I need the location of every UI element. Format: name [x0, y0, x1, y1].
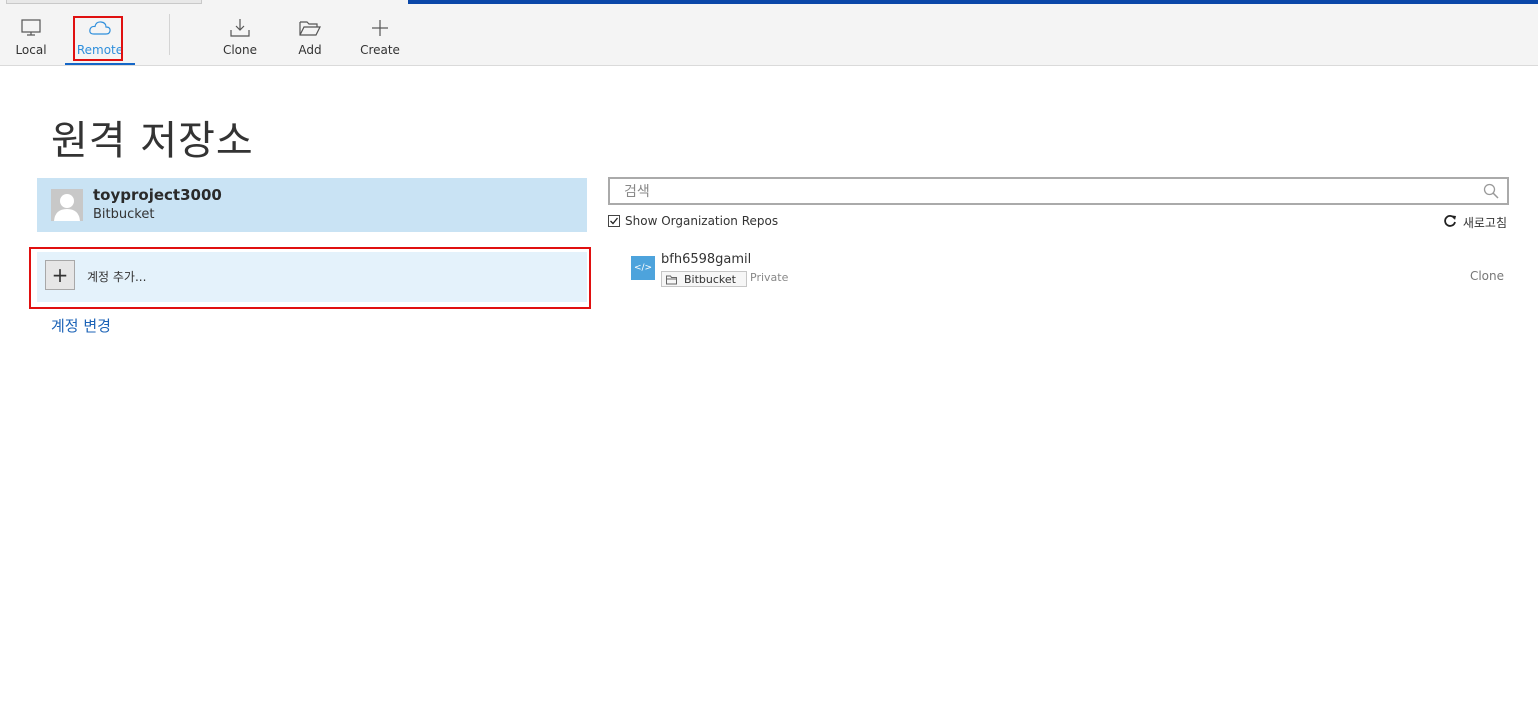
account-item[interactable]: toyproject3000 Bitbucket — [37, 178, 587, 232]
avatar — [51, 189, 83, 221]
cloud-icon — [88, 17, 112, 39]
repo-host-label: Bitbucket — [684, 272, 736, 286]
remote-button[interactable]: Remote — [65, 4, 135, 65]
create-label: Create — [360, 43, 400, 57]
create-button[interactable]: Create — [358, 4, 402, 65]
monitor-icon — [20, 17, 42, 39]
download-icon — [229, 17, 251, 39]
search-input[interactable] — [622, 181, 1466, 203]
plus-icon: + — [45, 260, 75, 290]
repo-host-badge: Bitbucket — [661, 271, 747, 287]
refresh-label: 새로고침 — [1462, 216, 1507, 230]
page-title: 원격 저장소 — [51, 118, 254, 164]
code-icon: </> — [631, 256, 655, 280]
toolbar-separator — [169, 14, 170, 55]
repo-name: bfh6598gamil — [661, 252, 752, 267]
add-account-label: 계정 추가... — [87, 270, 147, 284]
active-tab-indicator — [65, 63, 135, 65]
refresh-button[interactable]: 새로고침 — [1443, 213, 1507, 232]
remote-label: Remote — [76, 43, 124, 57]
add-account-button[interactable]: + 계정 추가... — [37, 252, 587, 302]
plus-icon — [370, 17, 390, 39]
folder-open-icon — [299, 17, 321, 39]
repo-clone-link[interactable]: Clone — [1470, 269, 1504, 283]
clone-label: Clone — [222, 43, 258, 57]
change-account-link[interactable]: 계정 변경 — [51, 315, 111, 336]
refresh-icon — [1443, 213, 1457, 232]
add-button[interactable]: Add — [292, 4, 328, 65]
repo-list-item[interactable]: </> bfh6598gamil Bitbucket Private Clone — [630, 250, 1510, 294]
folder-icon — [666, 270, 678, 289]
account-host: Bitbucket — [93, 207, 155, 222]
search-box — [608, 177, 1509, 205]
account-name: toyproject3000 — [93, 186, 222, 204]
search-icon[interactable] — [1483, 183, 1499, 203]
repo-visibility: Private — [750, 271, 789, 284]
show-org-repos-label: Show Organization Repos — [625, 214, 779, 228]
clone-button[interactable]: Clone — [218, 4, 262, 65]
local-label: Local — [15, 43, 47, 57]
add-label: Add — [298, 43, 322, 57]
show-org-repos-toggle[interactable]: Show Organization Repos — [608, 214, 778, 228]
local-button[interactable]: Local — [10, 4, 52, 65]
show-org-repos-checkbox[interactable] — [608, 215, 620, 227]
toolbar: Local Remote Clone Add Create — [0, 4, 1538, 66]
